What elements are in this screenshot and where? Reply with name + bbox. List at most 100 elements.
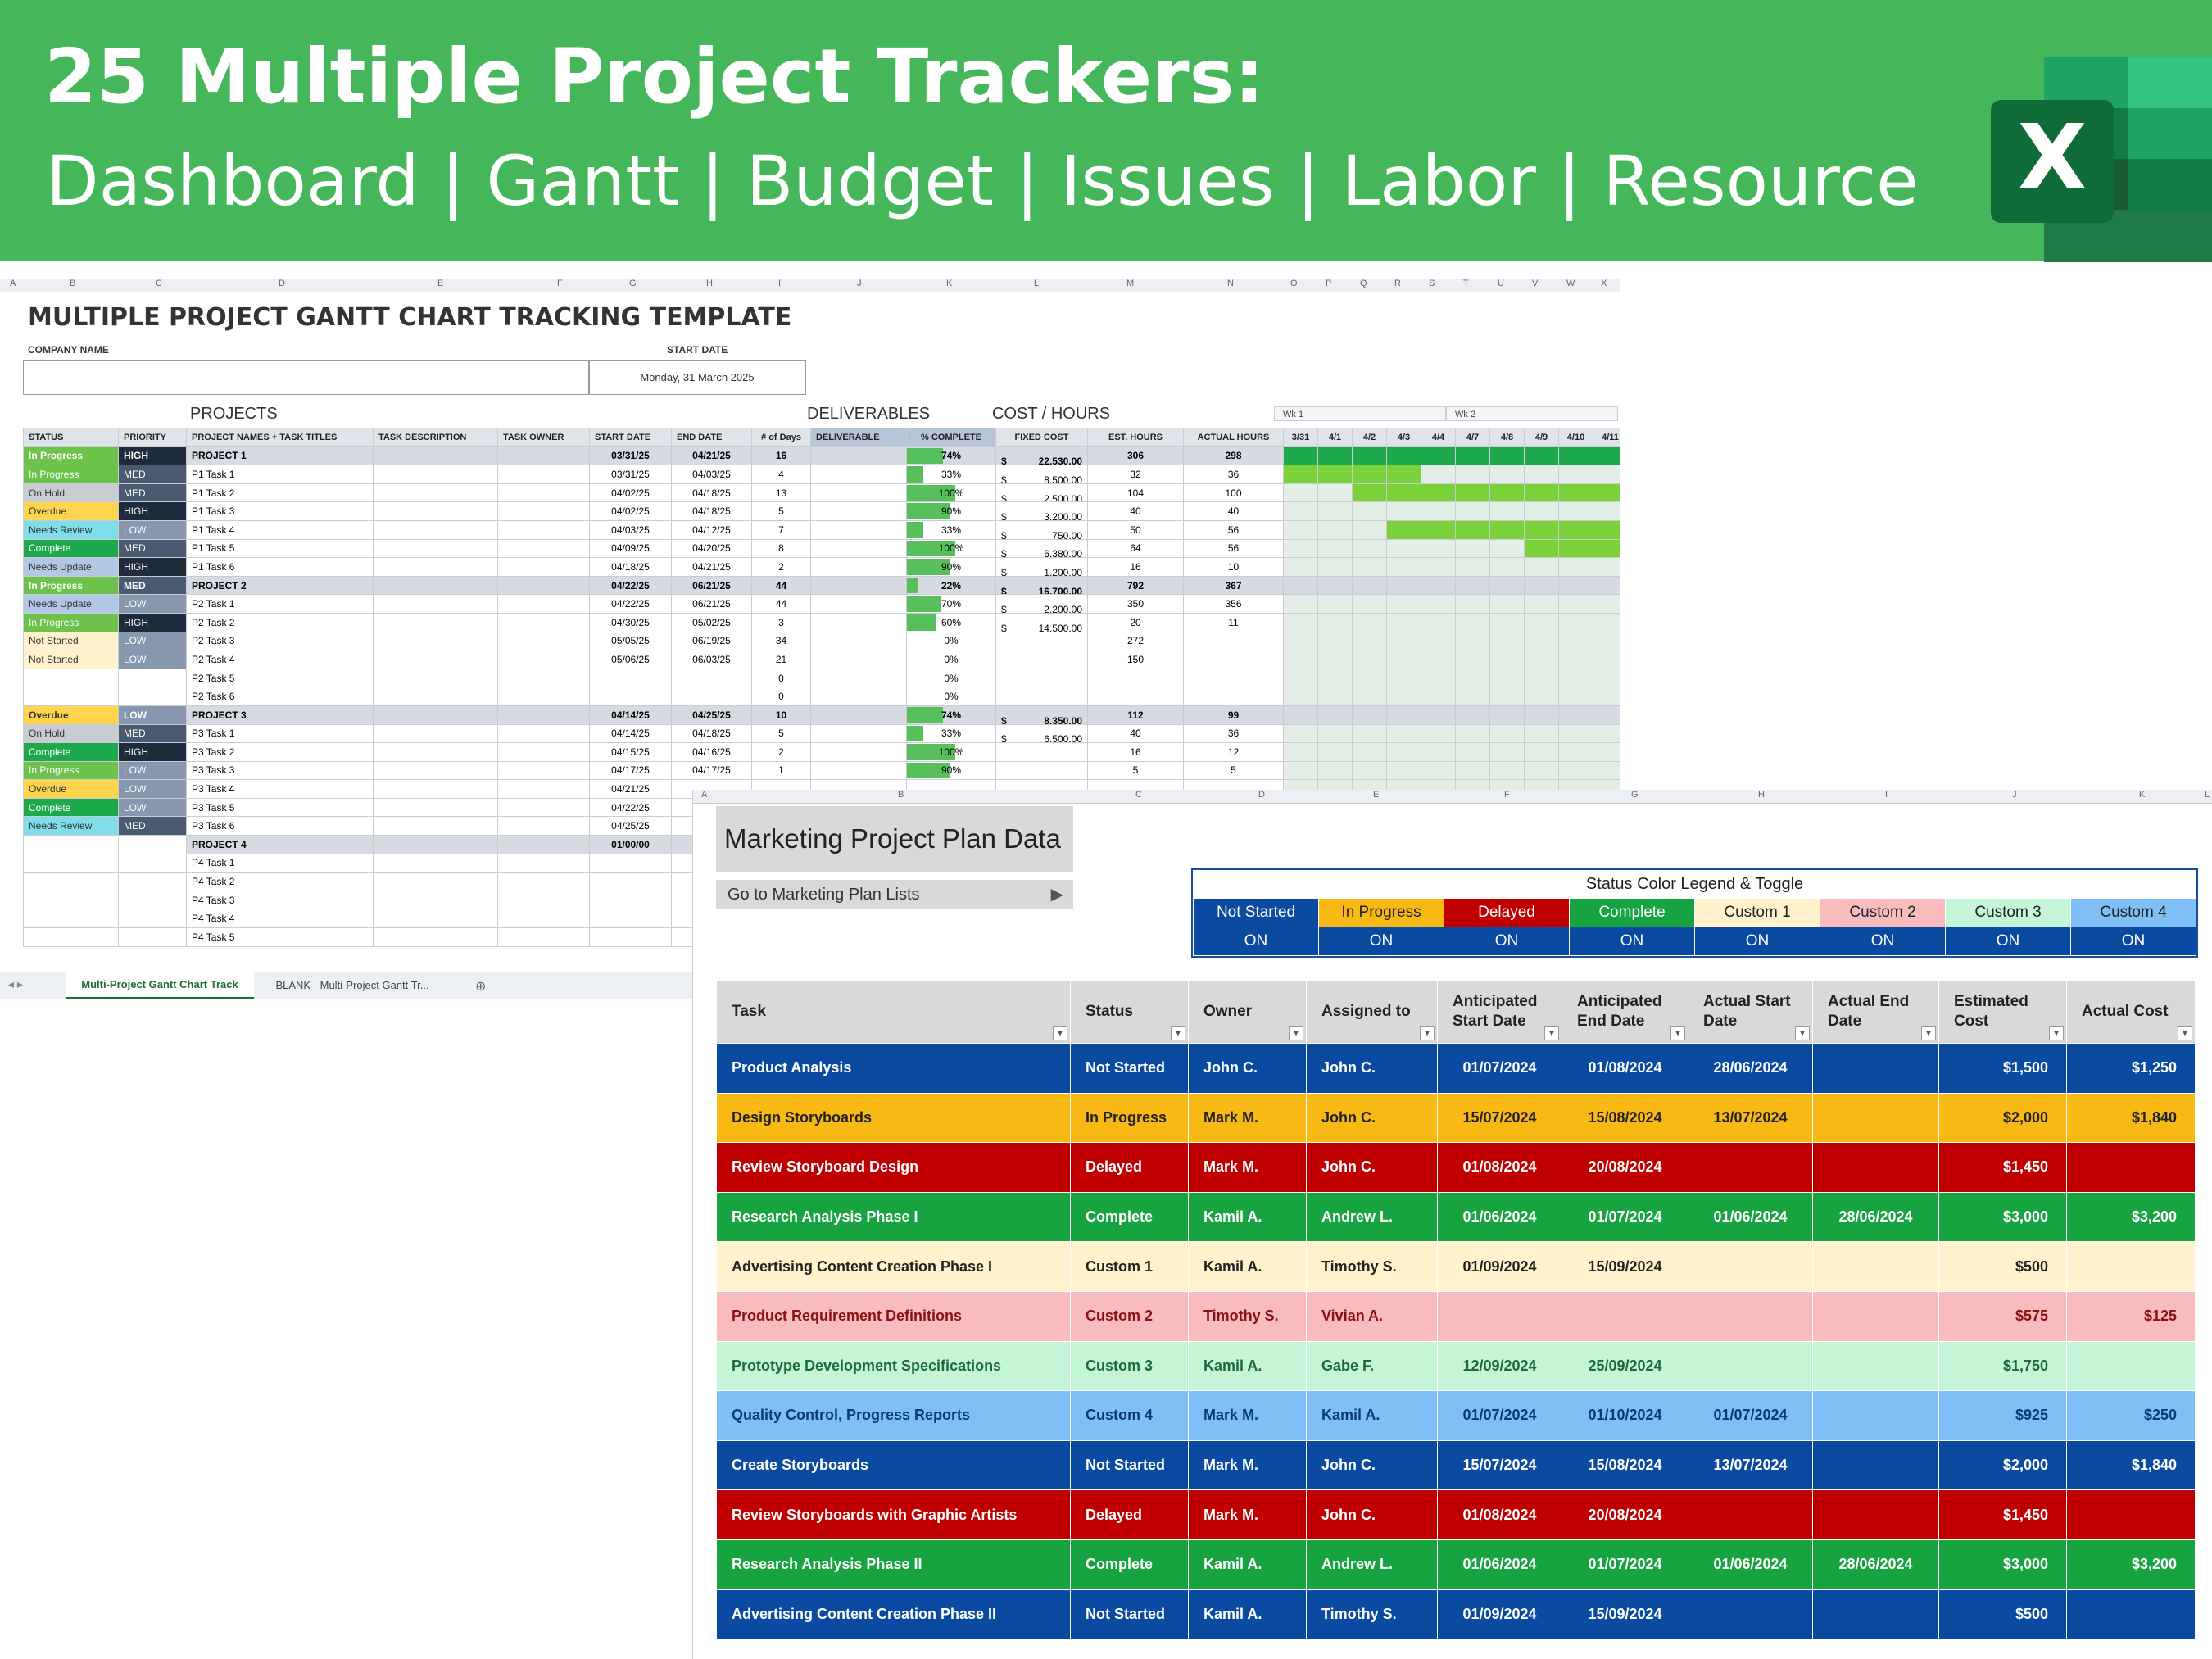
priority-cell[interactable] (118, 853, 187, 873)
cell-status[interactable]: Custom 1 (1070, 1241, 1189, 1292)
column-letter[interactable]: M (1126, 279, 1134, 288)
cell-task[interactable]: Review Storyboards with Graphic Artists (716, 1489, 1071, 1540)
task-owner-cell[interactable] (497, 631, 590, 651)
cell-act-start[interactable]: 13/07/2024 (1688, 1092, 1813, 1144)
fixed-cost-cell[interactable]: $3,200.00 (995, 501, 1088, 521)
cell-owner[interactable]: Mark M. (1188, 1092, 1307, 1144)
task-owner-cell[interactable] (497, 872, 590, 891)
cell-status[interactable]: In Progress (1070, 1092, 1189, 1144)
cell-ant-end[interactable]: 20/08/2024 (1562, 1489, 1688, 1540)
cell-assigned[interactable]: Gabe F. (1306, 1340, 1438, 1392)
task-name-cell[interactable]: P3 Task 2 (186, 742, 374, 762)
status-cell[interactable]: Overdue (23, 779, 119, 799)
task-owner-cell[interactable] (497, 760, 590, 781)
deliverable-cell[interactable] (810, 705, 907, 725)
task-name-cell[interactable]: P2 Task 5 (186, 668, 374, 688)
est-hours-cell[interactable]: 50 (1087, 519, 1184, 540)
status-cell[interactable]: Needs Review (23, 519, 119, 540)
cell-act-start[interactable]: 01/07/2024 (1688, 1390, 1813, 1441)
start-date-cell[interactable] (589, 668, 672, 688)
actual-hours-cell[interactable]: 11 (1183, 612, 1284, 632)
task-name-cell[interactable]: PROJECT 1 (186, 446, 374, 466)
task-name-cell[interactable]: P2 Task 1 (186, 594, 374, 614)
priority-cell[interactable]: MED (118, 723, 187, 744)
column-letter[interactable]: V (1532, 279, 1538, 288)
percent-complete-cell[interactable]: 33% (906, 465, 996, 484)
start-date-input[interactable]: Monday, 31 March 2025 (588, 360, 806, 395)
task-name-cell[interactable]: P3 Task 4 (186, 779, 374, 799)
cell-status[interactable]: Not Started (1070, 1439, 1189, 1491)
task-description-cell[interactable] (373, 594, 498, 614)
est-hours-cell[interactable]: 16 (1087, 557, 1184, 577)
task-owner-cell[interactable] (497, 742, 590, 762)
start-date-cell[interactable] (589, 687, 672, 706)
task-name-cell[interactable]: P1 Task 4 (186, 519, 374, 540)
start-date-cell[interactable]: 04/17/25 (589, 760, 672, 781)
cell-owner[interactable]: Mark M. (1188, 1390, 1307, 1441)
cell-task[interactable]: Product Analysis (716, 1043, 1071, 1094)
start-date-cell[interactable] (589, 872, 672, 891)
cell-status[interactable]: Complete (1070, 1539, 1189, 1590)
start-date-cell[interactable]: 04/15/25 (589, 742, 672, 762)
cell-task[interactable]: Quality Control, Progress Reports (716, 1390, 1071, 1441)
fixed-cost-cell[interactable]: $8,500.00 (995, 465, 1088, 484)
cell-task[interactable]: Review Storyboard Design (716, 1142, 1071, 1193)
deliverable-cell[interactable] (810, 631, 907, 651)
cell-owner[interactable]: Kamil A. (1188, 1191, 1307, 1243)
filter-dropdown-icon[interactable]: ▾ (1544, 1026, 1559, 1040)
start-date-cell[interactable]: 04/22/25 (589, 575, 672, 596)
task-description-cell[interactable] (373, 742, 498, 762)
deliverable-cell[interactable] (810, 650, 907, 669)
est-hours-cell[interactable]: 5 (1087, 760, 1184, 781)
filter-dropdown-icon[interactable]: ▾ (1289, 1026, 1303, 1040)
task-name-cell[interactable]: P1 Task 5 (186, 538, 374, 559)
task-owner-cell[interactable] (497, 538, 590, 559)
task-name-cell[interactable]: P2 Task 3 (186, 631, 374, 651)
deliverable-cell[interactable] (810, 612, 907, 632)
task-owner-cell[interactable] (497, 594, 590, 614)
column-letter[interactable]: G (629, 279, 637, 288)
task-owner-cell[interactable] (497, 687, 590, 706)
percent-complete-cell[interactable]: 0% (906, 650, 996, 669)
percent-complete-cell[interactable]: 74% (906, 446, 996, 466)
task-description-cell[interactable] (373, 816, 498, 836)
end-date-cell[interactable]: 06/21/25 (671, 575, 752, 596)
priority-cell[interactable] (118, 872, 187, 891)
deliverable-cell[interactable] (810, 668, 907, 688)
priority-cell[interactable]: LOW (118, 760, 187, 781)
fixed-cost-cell[interactable] (995, 631, 1088, 651)
cell-status[interactable]: Not Started (1070, 1589, 1189, 1640)
cell-act-end[interactable] (1812, 1092, 1939, 1144)
start-date-cell[interactable]: 04/14/25 (589, 705, 672, 725)
cell-owner[interactable]: Kamil A. (1188, 1340, 1307, 1392)
task-description-cell[interactable] (373, 890, 498, 910)
cell-est[interactable]: $1,450 (1938, 1489, 2067, 1540)
task-name-cell[interactable]: P2 Task 6 (186, 687, 374, 706)
priority-cell[interactable]: LOW (118, 631, 187, 651)
fixed-cost-cell[interactable]: $16,700.00 (995, 575, 1088, 596)
cell-act[interactable] (2066, 1489, 2196, 1540)
start-date-cell[interactable]: 04/03/25 (589, 519, 672, 540)
filter-dropdown-icon[interactable]: ▾ (1053, 1026, 1067, 1040)
cell-ant-start[interactable]: 01/08/2024 (1437, 1142, 1562, 1193)
cell-act-start[interactable]: 28/06/2024 (1688, 1043, 1813, 1094)
cell-act[interactable]: $250 (2066, 1390, 2196, 1441)
task-description-cell[interactable] (373, 446, 498, 466)
actual-hours-cell[interactable]: 356 (1183, 594, 1284, 614)
cell-ant-end[interactable]: 01/08/2024 (1562, 1043, 1688, 1094)
priority-cell[interactable]: MED (118, 538, 187, 559)
column-letter[interactable]: W (1566, 279, 1575, 288)
cell-ant-start[interactable]: 01/07/2024 (1437, 1390, 1562, 1441)
status-cell[interactable]: In Progress (23, 760, 119, 781)
percent-complete-cell[interactable]: 33% (906, 723, 996, 744)
cell-act-end[interactable]: 28/06/2024 (1812, 1191, 1939, 1243)
priority-cell[interactable]: LOW (118, 779, 187, 799)
cell-act[interactable]: $1,840 (2066, 1439, 2196, 1491)
fixed-cost-cell[interactable]: $6,380.00 (995, 538, 1088, 559)
cell-assigned[interactable]: Timothy S. (1306, 1589, 1438, 1640)
end-date-cell[interactable] (671, 687, 752, 706)
legend-toggle[interactable]: ON (1569, 927, 1695, 956)
fixed-cost-cell[interactable]: $750.00 (995, 519, 1088, 540)
task-description-cell[interactable] (373, 779, 498, 799)
end-date-cell[interactable]: 04/03/25 (671, 465, 752, 484)
